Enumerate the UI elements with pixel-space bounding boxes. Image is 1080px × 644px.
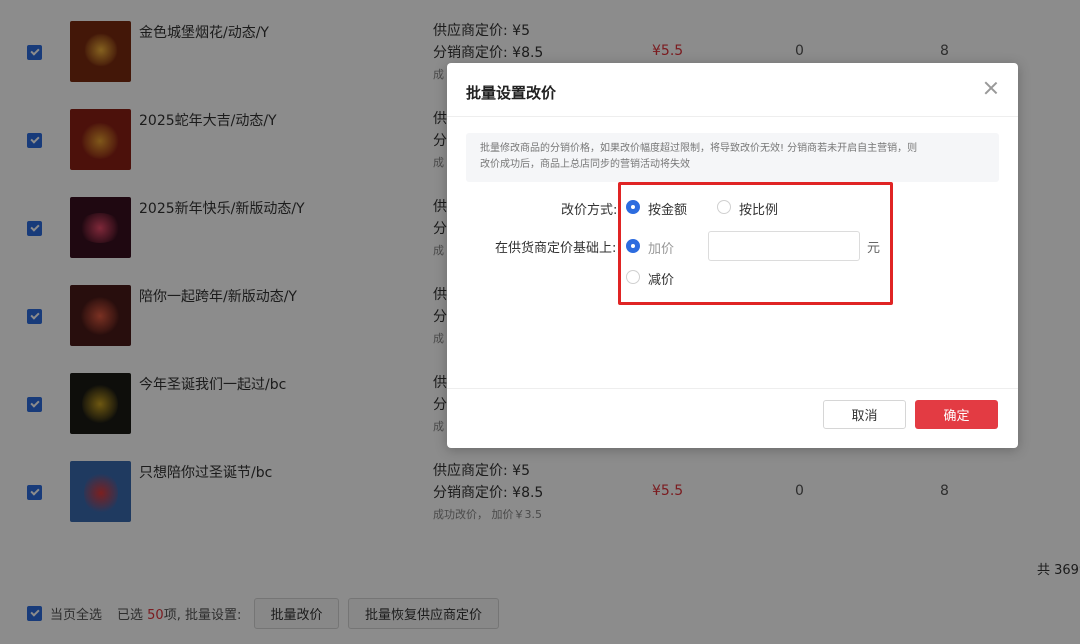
dialog-divider — [447, 116, 1018, 117]
dialog-notice: 批量修改商品的分销价格，如果改价幅度超过限制，将导致改价无效! 分销商若未开启自… — [466, 133, 999, 182]
dialog-title: 批量设置改价 — [466, 84, 557, 102]
cancel-button[interactable]: 取消 — [823, 400, 906, 429]
price-method-label: 改价方式: — [561, 203, 618, 218]
notice-line: 改价成功后，商品上总店同步的营销活动将失效 — [480, 159, 690, 170]
base-price-label: 在供货商定价基础上: — [495, 241, 617, 256]
dialog-divider — [447, 388, 1018, 389]
batch-price-dialog: 批量设置改价 批量修改商品的分销价格，如果改价幅度超过限制，将导致改价无效! 分… — [447, 63, 1018, 448]
highlight-box — [618, 182, 893, 305]
confirm-button[interactable]: 确定 — [915, 400, 998, 429]
notice-line: 批量修改商品的分销价格，如果改价幅度超过限制，将导致改价无效! 分销商若未开启自… — [480, 143, 918, 154]
close-icon[interactable] — [984, 81, 998, 95]
